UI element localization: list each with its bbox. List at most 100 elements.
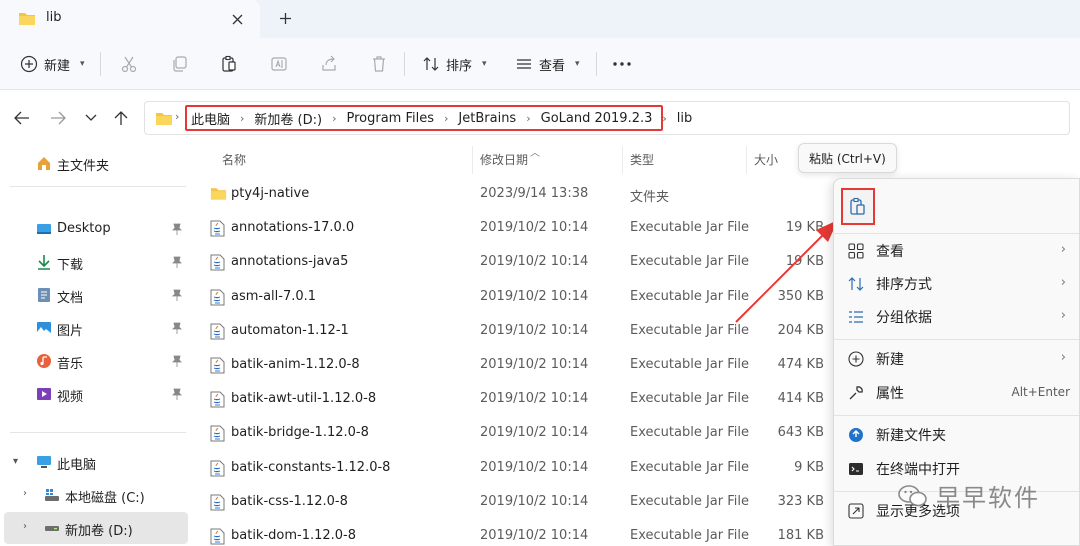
sidebar-item-desktop[interactable]: Desktop (0, 214, 188, 244)
file-date: 2019/10/2 10:14 (480, 391, 589, 407)
breadcrumb-item-lib[interactable]: lib (677, 111, 692, 126)
breadcrumb-item-drive-d[interactable]: 新加卷 (D:) (254, 109, 322, 128)
file-date: 2019/10/2 10:14 (480, 220, 589, 236)
pin-icon[interactable] (172, 322, 182, 334)
pin-icon[interactable] (172, 289, 182, 301)
sidebar-item-downloads[interactable]: 下载 (0, 247, 188, 277)
file-size: 414 KB (777, 391, 824, 407)
file-row[interactable]: batik-css-1.12.0-8 2019/10/2 10:14 Executa… (190, 485, 830, 519)
paste-menu-button[interactable] (841, 188, 875, 225)
grid-icon (848, 243, 864, 259)
column-name[interactable]: 名称 (222, 151, 246, 168)
breadcrumb: 此电脑 › 新加卷 (D:) › Program Files › JetBrai… (191, 109, 692, 128)
file-date: 2019/10/2 10:14 (480, 357, 589, 372)
sidebar-item-drive-c[interactable]: › 本地磁盘 (C:) (0, 480, 188, 510)
breadcrumb-separator-icon[interactable]: › (240, 112, 244, 125)
back-arrow-icon[interactable] (12, 108, 32, 128)
tab-lib[interactable]: lib (0, 0, 260, 38)
navigation-pane: 主文件夹 Desktop 下载 文档 图片 音乐 视频 ▾ 此电脑 › 本地磁盘… (0, 146, 190, 546)
breadcrumb-item-jetbrains[interactable]: JetBrains (458, 111, 516, 126)
column-divider[interactable] (622, 146, 623, 174)
sidebar-item-label: Desktop (57, 221, 111, 236)
view-button[interactable]: 查看 ▾ (515, 50, 580, 78)
copy-button[interactable] (170, 50, 188, 78)
menu-item-view[interactable]: 查看 › (838, 235, 1076, 267)
file-name: pty4j-native (231, 186, 310, 201)
watermark: 早早软件 (898, 478, 1040, 513)
pin-icon[interactable] (172, 355, 182, 367)
breadcrumb-separator-icon[interactable]: › (526, 112, 530, 125)
menu-item-label: 排序方式 (876, 277, 932, 293)
delete-button[interactable] (370, 50, 388, 78)
pin-icon[interactable] (172, 256, 182, 268)
column-divider[interactable] (472, 146, 473, 174)
pin-icon[interactable] (172, 388, 182, 400)
menu-item-properties[interactable]: 属性 Alt+Enter (838, 377, 1076, 409)
sidebar-item-this-pc[interactable]: ▾ 此电脑 (0, 447, 188, 477)
menu-item-label: 查看 (876, 244, 904, 260)
new-folder-icon (848, 427, 864, 443)
sidebar-item-label: 音乐 (57, 357, 84, 372)
menu-item-group-by[interactable]: 分组依据 › (838, 301, 1076, 333)
chevron-down-icon[interactable]: ▾ (13, 456, 18, 467)
sidebar-item-home[interactable]: 主文件夹 (0, 148, 188, 178)
scissors-icon (120, 55, 138, 73)
terminal-icon (848, 461, 864, 477)
address-row: › 此电脑 › 新加卷 (D:) › Program Files › JetBr… (0, 90, 1080, 146)
share-button[interactable] (320, 50, 338, 78)
new-button[interactable]: 新建 ▾ (20, 50, 85, 78)
file-row[interactable]: pty4j-native 2023/9/14 13:38 文件夹 (190, 177, 830, 211)
file-row[interactable]: batik-awt-util-1.12.0-8 2019/10/2 10:14 Ex… (190, 382, 830, 416)
menu-item-new-folder[interactable]: 新建文件夹 (838, 419, 1076, 451)
sort-icon (422, 55, 440, 73)
pin-icon[interactable] (172, 223, 182, 235)
file-name: batik-constants-1.12.0-8 (231, 459, 391, 475)
recent-chevron-icon[interactable] (81, 108, 101, 128)
chevron-right-icon: › (1060, 275, 1066, 290)
jar-file-icon (210, 323, 225, 340)
file-date: 2019/10/2 10:14 (480, 425, 589, 441)
sort-button[interactable]: 排序 ▾ (422, 50, 487, 78)
breadcrumb-item-program-files[interactable]: Program Files (347, 111, 435, 126)
jar-file-icon (210, 357, 225, 374)
forward-arrow-icon[interactable] (48, 108, 68, 128)
file-size: 643 KB (777, 425, 824, 441)
chevron-right-icon[interactable]: › (23, 488, 27, 499)
sidebar-item-music[interactable]: 音乐 (0, 346, 188, 376)
file-date: 2019/10/2 10:14 (480, 322, 589, 338)
file-row[interactable]: batik-constants-1.12.0-8 2019/10/2 10:14 E… (190, 451, 830, 485)
sidebar-item-pictures[interactable]: 图片 (0, 313, 188, 343)
rename-button[interactable] (270, 50, 288, 78)
new-tab-icon[interactable] (276, 9, 294, 27)
breadcrumb-separator-icon[interactable]: › (332, 112, 336, 125)
column-size[interactable]: 大小 (754, 151, 778, 168)
sidebar-item-drive-d[interactable]: › 新加卷 (D:) (0, 513, 188, 543)
breadcrumb-separator-icon[interactable]: › (444, 112, 448, 125)
column-header: ︿ 名称 修改日期 类型 大小 (190, 146, 1080, 174)
sidebar-item-videos[interactable]: 视频 (0, 379, 188, 409)
breadcrumb-separator-icon[interactable]: › (662, 112, 666, 125)
paste-button[interactable] (220, 50, 238, 78)
column-date[interactable]: 修改日期 (480, 151, 528, 168)
computer-icon (36, 454, 52, 470)
close-icon[interactable] (228, 10, 246, 28)
file-row[interactable]: batik-dom-1.12.0-8 2019/10/2 10:14 Executa… (190, 519, 830, 546)
menu-item-new[interactable]: 新建 › (838, 343, 1076, 375)
breadcrumb-item-goland[interactable]: GoLand 2019.2.3 (541, 111, 653, 126)
chevron-right-icon[interactable]: › (23, 521, 27, 532)
file-row[interactable]: batik-anim-1.12.0-8 2019/10/2 10:14 Execut… (190, 348, 830, 382)
address-bar[interactable]: › 此电脑 › 新加卷 (D:) › Program Files › JetBr… (144, 101, 1070, 135)
column-type[interactable]: 类型 (630, 151, 654, 168)
up-arrow-icon[interactable] (111, 108, 131, 128)
folder-icon (18, 11, 36, 26)
column-divider[interactable] (746, 146, 747, 174)
menu-item-sort-by[interactable]: 排序方式 › (838, 268, 1076, 300)
sidebar-item-documents[interactable]: 文档 (0, 280, 188, 310)
breadcrumb-item-this-pc[interactable]: 此电脑 (191, 109, 230, 128)
watermark-text: 早早软件 (936, 484, 1040, 512)
tab-title: lib (46, 10, 62, 25)
more-button[interactable] (612, 50, 632, 78)
annotation-arrow (735, 220, 838, 323)
file-row[interactable]: batik-bridge-1.12.0-8 2019/10/2 10:14 Exec… (190, 416, 830, 450)
cut-button[interactable] (120, 50, 138, 78)
